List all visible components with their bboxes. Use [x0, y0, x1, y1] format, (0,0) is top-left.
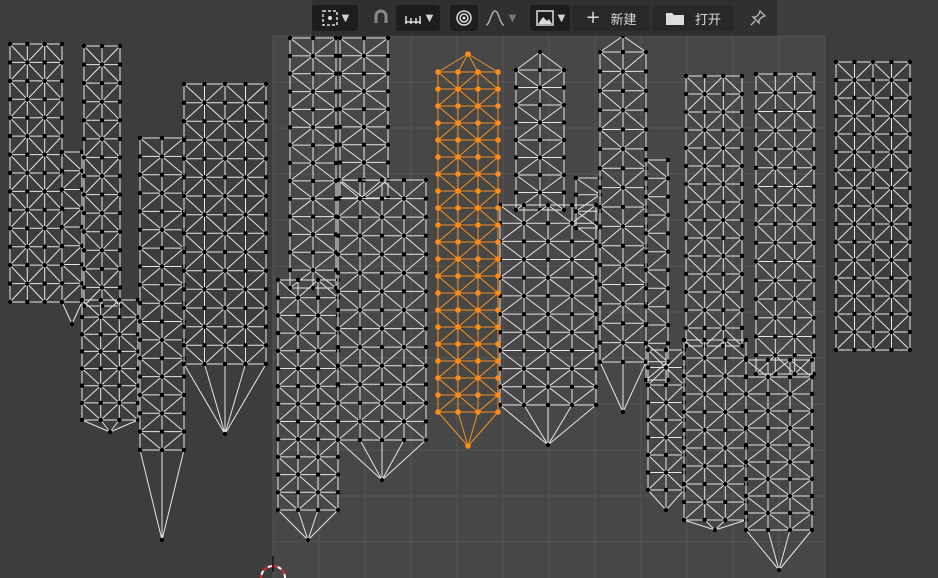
open-image-button[interactable]: 打开 [652, 5, 734, 31]
folder-icon [665, 13, 684, 25]
proportional-edit-icon [456, 10, 472, 26]
falloff-dropdown[interactable]: ▼ [480, 5, 520, 31]
chevron-down-icon: ▼ [425, 12, 434, 24]
open-image-label: 打开 [694, 12, 721, 28]
chevron-down-icon: ▼ [508, 12, 517, 24]
snap-toggle[interactable] [368, 5, 394, 31]
pivot-point-dropdown[interactable]: ▼ [312, 5, 358, 31]
browse-image-dropdown[interactable]: ▼ [530, 5, 570, 31]
chevron-down-icon: ▼ [557, 12, 566, 24]
pin-toggle[interactable] [744, 5, 772, 31]
image-browse-icon [535, 10, 554, 26]
new-image-label: 新建 [610, 12, 637, 28]
falloff-curve-icon [485, 10, 504, 26]
snap-increment-icon [404, 16, 421, 24]
pivot-point-icon [321, 10, 338, 26]
new-image-button[interactable]: + 新建 [572, 5, 650, 31]
uv-editor-header: ▼ ▼ ▼ ▼ + 新建 打开 [312, 0, 777, 36]
uv-editor-viewport[interactable] [0, 0, 938, 578]
snap-target-dropdown[interactable]: ▼ [396, 5, 440, 31]
proportional-edit-toggle[interactable] [450, 5, 478, 31]
snap-magnet-icon [374, 9, 388, 23]
pin-icon [750, 9, 767, 26]
chevron-down-icon: ▼ [341, 12, 350, 24]
plus-icon: + [585, 7, 601, 28]
